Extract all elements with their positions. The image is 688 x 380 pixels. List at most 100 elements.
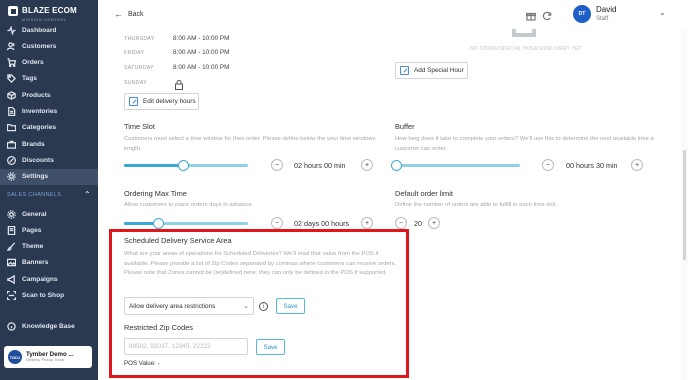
sidebar-item-categories[interactable]: Categories [0,120,98,136]
sidebar-item-label: Inventories [22,108,58,115]
help-circle-icon [7,321,16,331]
zip-codes-input[interactable] [124,338,248,355]
top-bar: ← Back DT David Staff ⌄ [98,0,688,28]
edit-icon [129,97,138,106]
refresh-icon[interactable] [542,8,552,21]
day-label: SATURDAY [124,65,154,71]
slider-thumb[interactable] [390,160,402,171]
service-area-title: Scheduled Delivery Service Area [124,236,232,245]
empty-tray-icon [511,28,537,40]
sidebar-item-banners[interactable]: Banners [0,255,98,271]
service-area-save-button[interactable]: Save [276,298,305,314]
gear-icon [7,209,16,219]
day-label: THURSDAY [124,36,155,42]
sidebar-item-products[interactable]: Products [0,87,98,103]
sidebar-item-campaigns[interactable]: Campaigns [0,271,98,287]
add-special-hour-button[interactable]: Add Special Hour [395,62,468,79]
add-special-hour-label: Add Special Hour [414,67,464,74]
sidebar-item-label: General [22,210,47,218]
tag-icon [7,74,16,84]
hours-value: 8:00 AM - 10:00 PM [173,49,230,56]
sidebar-item-label: Knowledge Base [22,322,75,330]
account-switcher[interactable]: TDD1 Tymber Demo ... Delivery, Pickup, K… [4,346,92,368]
gift-icon[interactable] [525,8,537,21]
sidebar-item-general[interactable]: General [0,206,98,222]
sidebar-item-brands[interactable]: Brands [0,136,98,152]
hours-value: 8:00 AM - 10:00 PM [173,35,230,42]
sidebar-item-label: Campaigns [22,275,58,283]
time-slot-value: 02 hours 00 min [294,161,346,170]
sidebar-item-theme[interactable]: Theme [0,239,98,255]
decrement-button[interactable]: − [542,159,554,171]
service-area-description: What are your areas of operations for Sc… [124,251,397,277]
account-subtitle: Delivery, Pickup, Kiosk [26,358,65,362]
brand-logo[interactable]: BLAZE ECOM MISSION CONTROL [0,0,98,22]
page-icon [7,225,16,235]
sales-channels-header[interactable]: SALES CHANNELS ⌃ [7,190,91,199]
slider-thumb[interactable] [153,218,165,229]
decrement-button[interactable]: − [395,217,407,229]
zip-codes-title: Restricted Zip Codes [124,323,194,332]
decrement-button[interactable]: − [271,159,283,171]
user-avatar[interactable]: DT [573,5,591,23]
increment-button[interactable]: + [361,159,373,171]
buffer-title: Buffer [395,122,415,131]
order-limit-title: Default order limit [395,189,453,198]
sidebar-item-label: Categories [22,124,57,132]
max-time-slider[interactable] [124,218,248,229]
increment-button[interactable]: + [361,217,373,229]
info-icon[interactable]: i [259,302,268,311]
brush-icon [7,242,16,251]
sidebar-item-label: Brands [22,140,45,148]
time-slot-title: Time Slot [124,122,155,131]
sidebar-item-orders[interactable]: Orders [0,55,98,71]
sidebar-item-knowledge-base[interactable]: Knowledge Base [0,318,98,334]
max-time-value: 02 days 00 hours [294,219,350,228]
sidebar-item-settings[interactable]: Settings [0,168,98,185]
sidebar-item-discounts[interactable]: Discounts [0,152,98,168]
sidebar-item-label: Orders [22,59,44,67]
sidebar-item-label: Customers [22,42,57,50]
sidebar-item-customers[interactable]: Customers [0,38,98,54]
box-icon [7,90,16,100]
buffer-description: How long does it take to complete your o… [395,136,654,152]
save-label: Save [283,302,298,310]
increment-button[interactable]: + [631,159,643,171]
restriction-select[interactable]: Allow delivery area restrictions ⌄ [124,297,254,315]
sidebar: BLAZE ECOM MISSION CONTROL Dashboard Cust… [0,0,98,380]
sales-channels-label: SALES CHANNELS [7,191,62,198]
sidebar-item-label: Scan to Shop [22,292,65,299]
sidebar-item-inventories[interactable]: Inventories [0,104,98,120]
zip-codes-save-button[interactable]: Save [256,339,285,355]
account-avatar: TDD1 [8,350,22,364]
sidebar-item-pages[interactable]: Pages [0,222,98,238]
user-name: David [596,5,617,14]
edit-delivery-hours-button[interactable]: Edit delivery hours [124,93,199,110]
user-role: Staff [596,16,609,22]
pos-value-label: POS Value: [124,360,156,367]
sidebar-item-scan-to-shop[interactable]: Scan to Shop [0,288,98,304]
sidebar-item-tags[interactable]: Tags [0,71,98,87]
order-limit-description: Define the number of orders are able to … [395,202,558,208]
time-slot-slider[interactable] [124,160,248,171]
scrollbar-thumb[interactable] [683,150,686,260]
chevron-up-icon[interactable]: ⌃ [84,190,91,199]
buffer-slider[interactable] [390,160,520,171]
folder-icon [7,123,16,132]
increment-button[interactable]: + [428,217,440,229]
decrement-button[interactable]: − [271,217,283,229]
special-hours-empty-text: NO STORE/SPECIAL HOURS/DELIVERY YET [470,46,582,52]
pos-value: POS Value: - [124,360,160,367]
order-limit-value: 20 [414,219,422,228]
sidebar-item-label: Theme [22,243,44,251]
slider-thumb[interactable] [178,160,190,171]
file-icon [7,107,16,116]
day-label: SUNDAY [124,80,148,86]
sidebar-item-label: Settings [22,173,49,181]
sidebar-item-dashboard[interactable]: Dashboard [0,22,98,38]
max-time-description: Allow customers to place orders days in … [124,202,254,208]
sidebar-item-label: Banners [22,259,49,267]
back-button[interactable]: ← Back [114,9,144,19]
percent-icon [7,155,16,165]
chevron-down-icon[interactable]: ⌄ [659,8,666,17]
